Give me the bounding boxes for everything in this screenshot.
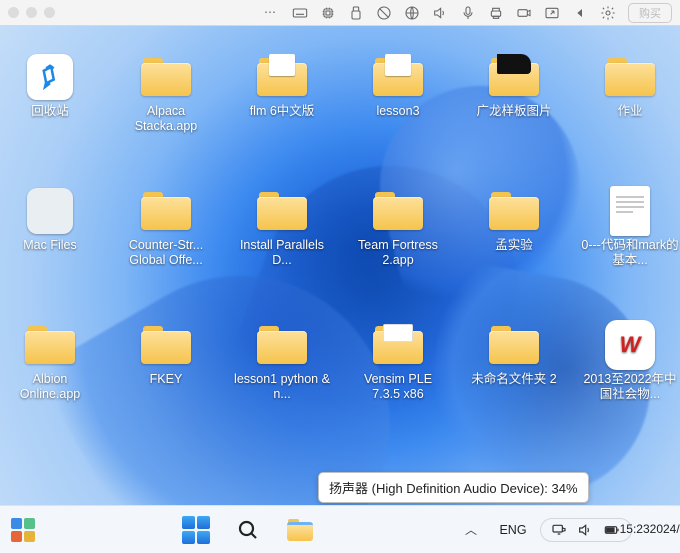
ime-indicator[interactable]: ENG [498,515,528,545]
folder-lesson1-python[interactable]: lesson1 python & n... [232,322,332,432]
folder-icon [141,326,191,364]
folder-icon [257,326,307,364]
folder-csgo[interactable]: Counter-Str... Global Offe... [116,188,216,298]
volume-icon[interactable] [577,522,593,538]
icon-label: 孟实验 [495,238,533,253]
host-toolbar: ⋯ 购买 [264,3,672,23]
keyboard-icon[interactable] [292,5,308,21]
mic-icon[interactable] [460,5,476,21]
system-tray[interactable] [540,518,632,542]
icon-label: 2013至2022年中国社会物... [581,372,679,402]
folder-tf2[interactable]: Team Fortress 2.app [348,188,448,298]
icon-label: flm 6中文版 [250,104,315,119]
folder-flm6[interactable]: flm 6中文版 [232,54,332,164]
folder-icon [489,326,539,364]
icon-label: Mac Files [23,238,76,253]
icon-label: 作业 [617,104,642,119]
start-button[interactable] [181,515,211,545]
clock-time: 15:23 [620,523,650,536]
icon-label: Vensim PLE 7.3.5 x86 [349,372,447,402]
clock-button[interactable]: 15:23 2024/4/4 [644,515,674,545]
traffic-close[interactable] [8,7,19,18]
no-network-icon[interactable] [376,5,392,21]
desktop-icon-grid: 回收站 Alpaca Stacka.app flm 6中文版 lesson3 广龙样板图… [0,26,680,432]
search-button[interactable] [233,515,263,545]
host-titlebar: ⋯ 购买 [0,0,680,26]
folder-fkey[interactable]: FKEY [116,322,216,432]
volume-tooltip: 扬声器 (High Definition Audio Device): 34% [318,472,589,503]
cpu-icon[interactable] [320,5,336,21]
icon-label: 广龙样板图片 [476,104,551,119]
taskbar: ︿ ENG 15:23 2024/4/4 [0,505,680,553]
prev-icon[interactable] [572,5,588,21]
folder-icon [141,58,191,96]
folder-meng-experiment[interactable]: 孟实验 [464,188,564,298]
mac-files-drive[interactable]: Mac Files [0,188,100,298]
icon-label: lesson1 python & n... [233,372,331,402]
traffic-lights[interactable] [8,7,55,18]
icon-label: 回收站 [31,104,69,119]
battery-icon[interactable] [603,522,621,538]
folder-icon [373,192,423,230]
folder-icon [257,192,307,230]
folder-alpaca-stacka[interactable]: Alpaca Stacka.app [116,54,216,164]
folder-icon [287,519,313,541]
clock-date: 2024/4/4 [650,523,680,536]
folder-icon [257,58,307,96]
camera-icon[interactable] [516,5,532,21]
tray-overflow-button[interactable]: ︿ [456,515,486,545]
icon-label: Alpaca Stacka.app [117,104,215,134]
folder-albion-online[interactable]: Albion Online.app [0,322,100,432]
widgets-button[interactable] [6,513,40,547]
globe-icon[interactable] [404,5,420,21]
folder-lesson3[interactable]: lesson3 [348,54,448,164]
folder-icon [373,326,423,364]
folder-vensim[interactable]: Vensim PLE 7.3.5 x86 [348,322,448,432]
folder-install-parallels[interactable]: Install Parallels D... [232,188,332,298]
printer-icon[interactable] [488,5,504,21]
file-code-and-mark[interactable]: 0---代码和mark的基本... [580,188,680,298]
recycle-bin-icon [27,54,73,100]
text-file-icon [610,186,650,236]
icon-label: FKEY [150,372,183,387]
icon-label: lesson3 [376,104,419,119]
traffic-min[interactable] [26,7,37,18]
share-screen-icon[interactable] [544,5,560,21]
drive-icon [27,188,73,234]
folder-untitled-2[interactable]: 未命名文件夹 2 [464,322,564,432]
sound-icon[interactable] [432,5,448,21]
ellipsis-icon[interactable]: ⋯ [264,5,280,21]
icon-label: Counter-Str... Global Offe... [117,238,215,268]
icon-label: 0---代码和mark的基本... [581,238,679,268]
icon-label: Team Fortress 2.app [349,238,447,268]
folder-icon [489,58,539,96]
folder-icon [25,326,75,364]
wps-icon: W [605,320,655,370]
search-icon [236,518,260,542]
folder-icon [489,192,539,230]
traffic-max[interactable] [44,7,55,18]
folder-icon [141,192,191,230]
network-icon[interactable] [551,522,567,538]
desktop[interactable]: 回收站 Alpaca Stacka.app flm 6中文版 lesson3 广龙样板图… [0,26,680,505]
file-wps-2013-2022[interactable]: W2013至2022年中国社会物... [580,322,680,432]
folder-icon [605,58,655,96]
host-buy-button[interactable]: 购买 [628,3,672,23]
recycle-bin[interactable]: 回收站 [0,54,100,164]
icon-label: Install Parallels D... [233,238,331,268]
gear-icon[interactable] [600,5,616,21]
file-explorer-button[interactable] [285,515,315,545]
icon-label: Albion Online.app [1,372,99,402]
folder-icon [373,58,423,96]
folder-guanglong[interactable]: 广龙样板图片 [464,54,564,164]
folder-homework[interactable]: 作业 [580,54,680,164]
usb-icon[interactable] [348,5,364,21]
icon-label: 未命名文件夹 2 [471,372,556,387]
